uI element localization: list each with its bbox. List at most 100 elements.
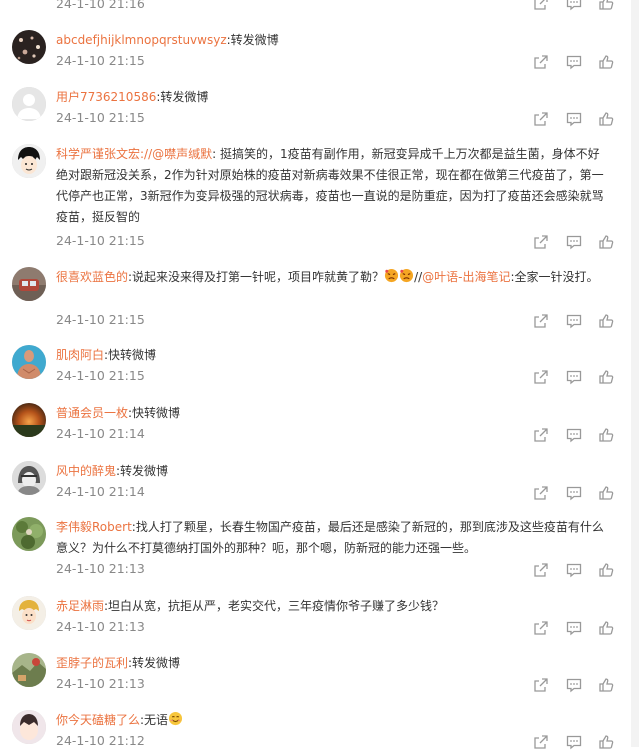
like-icon[interactable] <box>598 677 614 693</box>
share-icon[interactable] <box>533 234 549 250</box>
comment-actions <box>533 313 623 331</box>
comment-username[interactable]: 肌肉阿白 <box>56 348 104 362</box>
avatar[interactable] <box>12 461 46 495</box>
comment-actions <box>533 485 623 503</box>
comment-actions <box>533 111 623 129</box>
comment-username[interactable]: 赤足淋雨 <box>56 599 104 613</box>
comment-icon[interactable] <box>566 485 582 501</box>
comment-actions <box>533 234 623 252</box>
like-icon[interactable] <box>598 111 614 127</box>
comment-text: 李伟毅Robert:找人打了颗星，长春生物国产疫苗，最后还是感染了新冠的，那到底… <box>56 517 604 559</box>
comment-body-separator: // <box>414 270 423 284</box>
comment-icon[interactable] <box>566 427 582 443</box>
comment-icon[interactable] <box>566 369 582 385</box>
comment-body-tail: :全家一针没打。 <box>510 270 599 284</box>
share-icon[interactable] <box>533 369 549 385</box>
comment-username[interactable]: 用户7736210586 <box>56 90 156 104</box>
avatar[interactable] <box>12 653 46 687</box>
comment-actions <box>533 620 623 638</box>
share-icon[interactable] <box>533 485 549 501</box>
like-icon[interactable] <box>598 234 614 250</box>
comment-actions <box>533 562 623 580</box>
like-icon[interactable] <box>598 562 614 578</box>
comment-username[interactable]: abcdefjhijklmnopqrstuvwsyz <box>56 33 227 47</box>
comment-username[interactable]: 很喜欢蓝色的 <box>56 270 128 284</box>
share-icon[interactable] <box>533 313 549 329</box>
comment-body: :转发微博 <box>116 464 169 478</box>
comment-text: 赤足淋雨:坦白从宽，抗拒从严，老实交代，三年疫情你爷子赚了多少钱？ <box>56 596 604 617</box>
comment-icon[interactable] <box>566 313 582 329</box>
avatar[interactable] <box>12 144 46 178</box>
comment-actions <box>533 54 623 72</box>
avatar[interactable] <box>12 30 46 64</box>
share-icon[interactable] <box>533 111 549 127</box>
comment-icon[interactable] <box>566 734 582 750</box>
share-icon[interactable] <box>533 427 549 443</box>
share-icon[interactable] <box>533 620 549 636</box>
like-icon[interactable] <box>598 369 614 385</box>
comment-username[interactable]: 你今天磕糖了么 <box>56 713 140 727</box>
comment-body: :快转微博 <box>104 348 157 362</box>
comment-actions <box>533 369 623 387</box>
share-icon[interactable] <box>533 562 549 578</box>
like-icon[interactable] <box>598 0 614 11</box>
comment-icon[interactable] <box>566 562 582 578</box>
like-icon[interactable] <box>598 313 614 329</box>
comment-username[interactable]: 风中的醉鬼 <box>56 464 116 478</box>
comment-time: 24-1-10 21:15 <box>56 368 145 383</box>
comment-actions <box>533 427 623 445</box>
comment-icon[interactable] <box>566 234 582 250</box>
comment-time: 24-1-10 21:15 <box>56 53 145 68</box>
comment-text: 你今天磕糖了么:无语 <box>56 710 604 731</box>
share-icon[interactable] <box>533 0 549 11</box>
like-icon[interactable] <box>598 485 614 501</box>
like-icon[interactable] <box>598 734 614 750</box>
comment-icon[interactable] <box>566 620 582 636</box>
share-icon[interactable] <box>533 734 549 750</box>
like-icon[interactable] <box>598 427 614 443</box>
like-icon[interactable] <box>598 620 614 636</box>
comment-body: :转发微博 <box>226 33 279 47</box>
avatar[interactable] <box>12 345 46 379</box>
comment-icon[interactable] <box>566 677 582 693</box>
comment-time: 24-1-10 21:15 <box>56 110 145 125</box>
avatar[interactable] <box>12 87 46 121</box>
comment-actions <box>533 0 623 13</box>
avatar[interactable] <box>12 596 46 630</box>
comment-body: :转发微博 <box>128 656 181 670</box>
comment-text: abcdefjhijklmnopqrstuvwsyz:转发微博 <box>56 30 604 51</box>
comment-text: 歪脖子的瓦利:转发微博 <box>56 653 604 674</box>
comment-time: 24-1-10 21:16 <box>56 0 145 11</box>
comment-time: 24-1-10 21:15 <box>56 233 145 248</box>
comment-icon[interactable] <box>566 0 582 11</box>
comment-icon[interactable] <box>566 54 582 70</box>
comment-username[interactable]: 科学严谨张文宏 <box>56 147 140 161</box>
comment-time: 24-1-10 21:15 <box>56 312 145 327</box>
comment-time: 24-1-10 21:14 <box>56 484 145 499</box>
comment-text: 科学严谨张文宏://@噤声缄默: 挺搞笑的，1疫苗有副作用，新冠变异成千上万次都… <box>56 144 604 228</box>
angry-face-icon <box>385 268 399 283</box>
comment-username[interactable]: 李伟毅Robert <box>56 520 132 534</box>
avatar[interactable] <box>12 710 46 744</box>
share-icon[interactable] <box>533 54 549 70</box>
comment-actions <box>533 677 623 695</box>
avatar[interactable] <box>12 403 46 437</box>
share-icon[interactable] <box>533 677 549 693</box>
comment-time: 24-1-10 21:13 <box>56 676 145 691</box>
comment-time: 24-1-10 21:12 <box>56 733 145 748</box>
comment-body: :无语 <box>140 713 169 727</box>
comment-body: :快转微博 <box>128 406 181 420</box>
comment-time: 24-1-10 21:14 <box>56 426 145 441</box>
comment-text: 用户7736210586:转发微博 <box>56 87 604 108</box>
comment-mention[interactable]: @叶语-出海笔记 <box>422 270 510 284</box>
comment-icon[interactable] <box>566 111 582 127</box>
comment-body: :找人打了颗星，长春生物国产疫苗，最后还是感染了新冠的，那到底涉及这些疫苗有什么… <box>56 520 604 555</box>
angry-face-icon <box>400 268 414 283</box>
avatar[interactable] <box>12 517 46 551</box>
comment-mention[interactable]: ://@噤声缄默 <box>140 147 212 161</box>
comment-username[interactable]: 普通会员一枚 <box>56 406 128 420</box>
scrollbar[interactable] <box>631 0 639 747</box>
comment-username[interactable]: 歪脖子的瓦利 <box>56 656 128 670</box>
avatar[interactable] <box>12 267 46 301</box>
like-icon[interactable] <box>598 54 614 70</box>
